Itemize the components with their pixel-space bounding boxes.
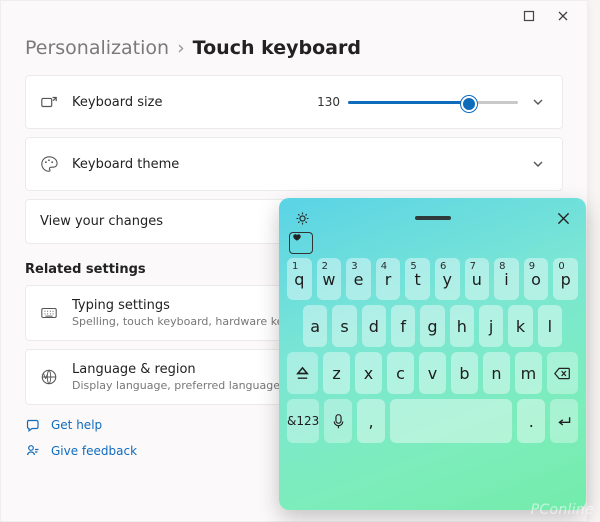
keyboard-size-label: Keyboard size (72, 95, 162, 110)
key-p[interactable]: 0p (553, 258, 578, 300)
keyboard-move-handle[interactable] (415, 216, 451, 220)
window-maximize-button[interactable] (515, 7, 543, 25)
key-period[interactable]: . (517, 399, 545, 443)
key-y[interactable]: 6y (435, 258, 460, 300)
window-close-button[interactable] (549, 7, 577, 25)
keyboard-theme-label: Keyboard theme (72, 157, 179, 172)
keyboard-icon (40, 304, 58, 322)
key-comma[interactable]: , (357, 399, 385, 443)
key-enter[interactable] (550, 399, 578, 443)
key-r[interactable]: 4r (376, 258, 401, 300)
key-w[interactable]: 2w (317, 258, 342, 300)
help-icon (25, 417, 41, 433)
chevron-down-icon[interactable] (528, 154, 548, 174)
palette-icon (40, 155, 58, 173)
key-symbols[interactable]: &123 (287, 399, 319, 443)
key-v[interactable]: v (419, 352, 446, 394)
keyboard-close-button[interactable] (552, 207, 574, 229)
key-h[interactable]: h (450, 305, 474, 347)
key-g[interactable]: g (420, 305, 444, 347)
keyboard-rows: 1q2w3e4r5t6y7u8i9o0p asdfghjkl zxcvbnm &… (285, 258, 580, 443)
key-q[interactable]: 1q (287, 258, 312, 300)
key-c[interactable]: c (387, 352, 414, 394)
breadcrumb-separator: › (177, 37, 185, 59)
give-feedback-label: Give feedback (51, 444, 137, 458)
key-o[interactable]: 9o (524, 258, 549, 300)
keyboard-settings-button[interactable] (291, 207, 313, 229)
chevron-down-icon[interactable] (528, 92, 548, 112)
keyboard-size-icon (40, 93, 58, 111)
key-u[interactable]: 7u (465, 258, 490, 300)
row-keyboard-theme[interactable]: Keyboard theme (25, 137, 563, 191)
key-z[interactable]: z (323, 352, 350, 394)
key-d[interactable]: d (362, 305, 386, 347)
gif-sticker-button[interactable] (289, 232, 313, 254)
key-mic[interactable] (324, 399, 352, 443)
key-t[interactable]: 5t (405, 258, 430, 300)
keyboard-topbar (285, 204, 580, 232)
key-m[interactable]: m (515, 352, 542, 394)
feedback-icon (25, 443, 41, 459)
view-changes-label: View your changes (40, 214, 163, 229)
key-i[interactable]: 8i (494, 258, 519, 300)
breadcrumb-parent[interactable]: Personalization (25, 37, 169, 59)
key-b[interactable]: b (451, 352, 478, 394)
key-a[interactable]: a (303, 305, 327, 347)
key-n[interactable]: n (483, 352, 510, 394)
key-k[interactable]: k (508, 305, 532, 347)
keyboard-size-slider[interactable] (348, 95, 518, 109)
key-space[interactable] (390, 399, 512, 443)
key-l[interactable]: l (538, 305, 562, 347)
key-j[interactable]: j (479, 305, 503, 347)
keyboard-size-value: 130 (317, 95, 340, 109)
key-s[interactable]: s (332, 305, 356, 347)
touch-keyboard[interactable]: 1q2w3e4r5t6y7u8i9o0p asdfghjkl zxcvbnm &… (279, 198, 586, 510)
key-x[interactable]: x (355, 352, 382, 394)
key-backspace[interactable] (547, 352, 578, 394)
key-f[interactable]: f (391, 305, 415, 347)
row-keyboard-size[interactable]: Keyboard size 130 (25, 75, 563, 129)
breadcrumb: Personalization › Touch keyboard (1, 27, 587, 75)
key-shift[interactable] (287, 352, 318, 394)
page-title: Touch keyboard (193, 37, 361, 59)
key-e[interactable]: 3e (346, 258, 371, 300)
titlebar (1, 1, 587, 27)
language-icon (40, 368, 58, 386)
get-help-label: Get help (51, 418, 102, 432)
